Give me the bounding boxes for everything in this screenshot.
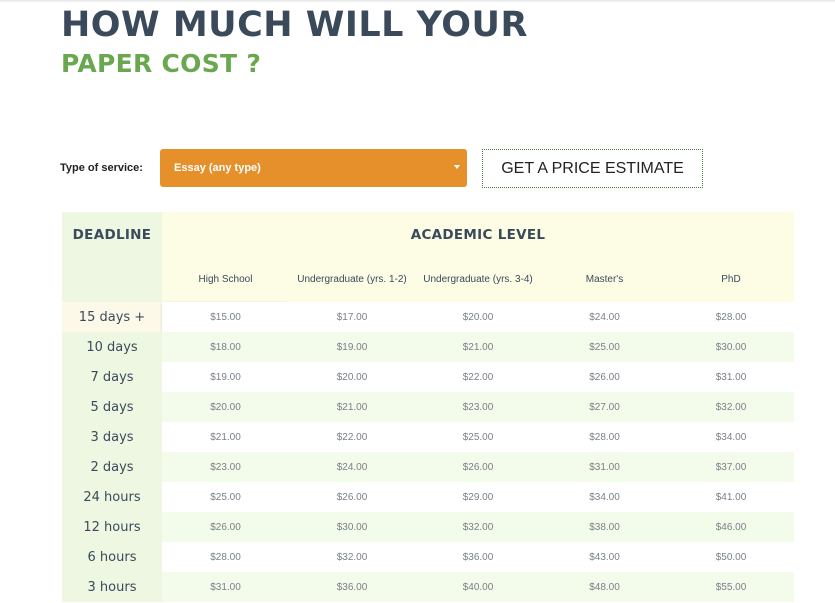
table-row: 10 days $18.00 $19.00 $21.00 $25.00 $30.… xyxy=(62,332,794,362)
price-cell[interactable]: $19.00 xyxy=(162,362,289,392)
price-cell[interactable]: $26.00 xyxy=(541,362,668,392)
price-cell[interactable]: $37.00 xyxy=(668,452,794,482)
level-header-high-school: High School xyxy=(162,257,289,302)
price-cell[interactable]: $38.00 xyxy=(541,512,668,542)
price-cell[interactable]: $32.00 xyxy=(668,392,794,422)
price-cell[interactable]: $36.00 xyxy=(415,542,541,572)
deadline-header: DEADLINE xyxy=(62,212,162,257)
price-cell[interactable]: $27.00 xyxy=(541,392,668,422)
deadline-cell: 6 hours xyxy=(62,542,162,572)
price-cell[interactable]: $20.00 xyxy=(289,362,415,392)
price-cell[interactable]: $40.00 xyxy=(415,572,541,602)
price-cell[interactable]: $23.00 xyxy=(162,452,289,482)
academic-level-header: ACADEMIC LEVEL xyxy=(162,212,794,257)
price-cell[interactable]: $55.00 xyxy=(668,572,794,602)
price-cell[interactable]: $32.00 xyxy=(289,542,415,572)
deadline-header-spacer xyxy=(62,257,162,302)
price-cell[interactable]: $48.00 xyxy=(541,572,668,602)
deadline-cell: 12 hours xyxy=(62,512,162,542)
price-cell[interactable]: $19.00 xyxy=(289,332,415,362)
service-type-label: Type of service: xyxy=(60,162,143,174)
service-type-select[interactable]: Essay (any type) xyxy=(160,149,467,187)
price-cell[interactable]: $20.00 xyxy=(415,302,541,332)
price-cell[interactable]: $29.00 xyxy=(415,482,541,512)
price-cell[interactable]: $21.00 xyxy=(415,332,541,362)
price-cell[interactable]: $21.00 xyxy=(162,422,289,452)
price-cell[interactable]: $43.00 xyxy=(541,542,668,572)
price-cell[interactable]: $15.00 xyxy=(162,302,289,332)
deadline-cell: 2 days xyxy=(62,452,162,482)
level-header-undergrad-1-2: Undergraduate (yrs. 1-2) xyxy=(289,257,415,302)
price-cell[interactable]: $26.00 xyxy=(415,452,541,482)
price-cell[interactable]: $24.00 xyxy=(541,302,668,332)
top-shadow-bar xyxy=(0,0,835,3)
price-cell[interactable]: $28.00 xyxy=(541,422,668,452)
table-row: 15 days + $15.00 $17.00 $20.00 $24.00 $2… xyxy=(62,302,794,332)
table-row: 24 hours $25.00 $26.00 $29.00 $34.00 $41… xyxy=(62,482,794,512)
price-cell[interactable]: $25.00 xyxy=(162,482,289,512)
table-row: 5 days $20.00 $21.00 $23.00 $27.00 $32.0… xyxy=(62,392,794,422)
table-row: 12 hours $26.00 $30.00 $32.00 $38.00 $46… xyxy=(62,512,794,542)
deadline-cell: 10 days xyxy=(62,332,162,362)
table-row: 3 hours $31.00 $36.00 $40.00 $48.00 $55.… xyxy=(62,572,794,602)
price-cell[interactable]: $31.00 xyxy=(668,362,794,392)
price-cell[interactable]: $46.00 xyxy=(668,512,794,542)
level-header-phd: PhD xyxy=(668,257,794,302)
price-table: DEADLINE ACADEMIC LEVEL High School Unde… xyxy=(62,212,794,602)
page-title: HOW MUCH WILL YOUR PAPER COST ? xyxy=(61,4,528,82)
deadline-cell: 7 days xyxy=(62,362,162,392)
get-price-estimate-button[interactable]: GET A PRICE ESTIMATE xyxy=(481,148,704,189)
caret-down-icon xyxy=(454,165,460,169)
price-cell[interactable]: $26.00 xyxy=(289,482,415,512)
price-cell[interactable]: $34.00 xyxy=(668,422,794,452)
price-cell[interactable]: $31.00 xyxy=(541,452,668,482)
price-cell[interactable]: $20.00 xyxy=(162,392,289,422)
page-title-line1: HOW MUCH WILL YOUR xyxy=(61,5,528,45)
price-cell[interactable]: $30.00 xyxy=(289,512,415,542)
price-cell[interactable]: $18.00 xyxy=(162,332,289,362)
deadline-cell: 3 hours xyxy=(62,572,162,602)
table-row: 3 days $21.00 $22.00 $25.00 $28.00 $34.0… xyxy=(62,422,794,452)
price-cell[interactable]: $22.00 xyxy=(415,362,541,392)
service-type-selected-value: Essay (any type) xyxy=(174,162,261,174)
price-cell[interactable]: $25.00 xyxy=(415,422,541,452)
price-cell[interactable]: $30.00 xyxy=(668,332,794,362)
price-cell[interactable]: $31.00 xyxy=(162,572,289,602)
price-cell[interactable]: $28.00 xyxy=(162,542,289,572)
price-cell[interactable]: $41.00 xyxy=(668,482,794,512)
table-row: 6 hours $28.00 $32.00 $36.00 $43.00 $50.… xyxy=(62,542,794,572)
price-cell[interactable]: $21.00 xyxy=(289,392,415,422)
price-cell[interactable]: $24.00 xyxy=(289,452,415,482)
price-cell[interactable]: $34.00 xyxy=(541,482,668,512)
table-row: 7 days $19.00 $20.00 $22.00 $26.00 $31.0… xyxy=(62,362,794,392)
price-cell[interactable]: $26.00 xyxy=(162,512,289,542)
price-cell[interactable]: $17.00 xyxy=(289,302,415,332)
level-header-masters: Master's xyxy=(541,257,668,302)
table-row: 2 days $23.00 $24.00 $26.00 $31.00 $37.0… xyxy=(62,452,794,482)
deadline-cell: 5 days xyxy=(62,392,162,422)
price-cell[interactable]: $50.00 xyxy=(668,542,794,572)
deadline-cell: 3 days xyxy=(62,422,162,452)
price-cell[interactable]: $28.00 xyxy=(668,302,794,332)
deadline-cell: 24 hours xyxy=(62,482,162,512)
level-header-undergrad-3-4: Undergraduate (yrs. 3-4) xyxy=(415,257,541,302)
page-title-line2: PAPER COST ? xyxy=(61,49,262,78)
price-cell[interactable]: $23.00 xyxy=(415,392,541,422)
deadline-cell: 15 days + xyxy=(62,302,162,332)
price-cell[interactable]: $32.00 xyxy=(415,512,541,542)
price-cell[interactable]: $36.00 xyxy=(289,572,415,602)
price-cell[interactable]: $25.00 xyxy=(541,332,668,362)
price-cell[interactable]: $22.00 xyxy=(289,422,415,452)
